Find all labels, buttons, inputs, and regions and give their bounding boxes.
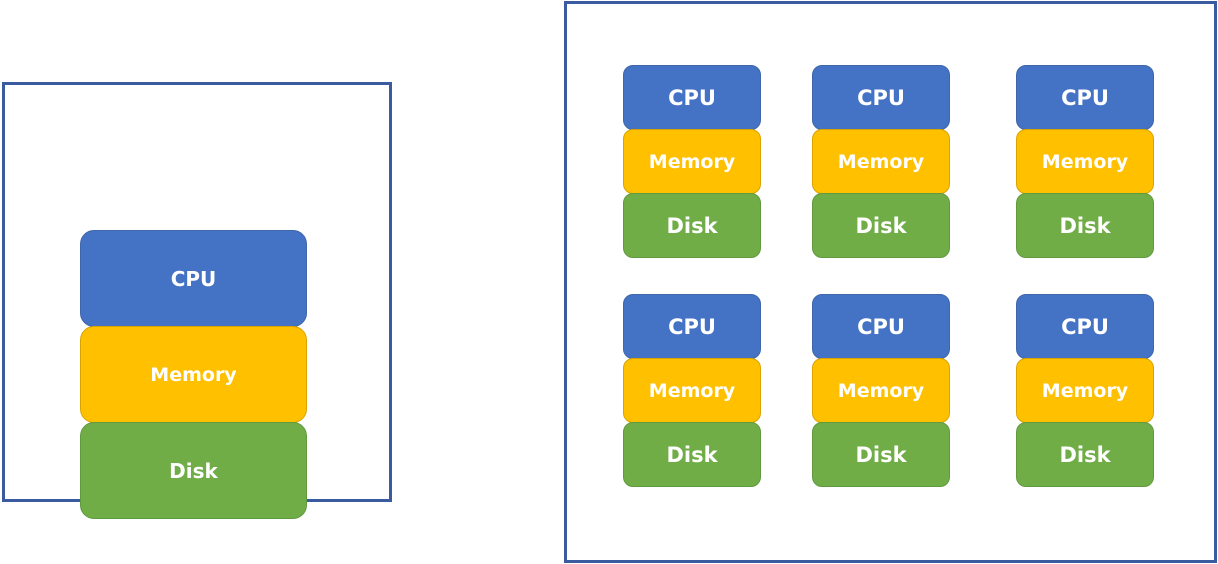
machine-stack: CPU Memory Disk	[80, 230, 307, 519]
cpu-block: CPU	[623, 65, 761, 130]
disk-block: Disk	[812, 422, 950, 487]
cluster-frame: CPU Memory Disk CPU Memory Disk CPU Memo…	[564, 1, 1217, 563]
cpu-block: CPU	[1016, 294, 1154, 359]
disk-block: Disk	[812, 193, 950, 258]
memory-block: Memory	[812, 129, 950, 194]
cpu-block: CPU	[812, 65, 950, 130]
disk-block: Disk	[80, 422, 307, 519]
cpu-block: CPU	[1016, 65, 1154, 130]
memory-block: Memory	[80, 326, 307, 423]
memory-block: Memory	[1016, 358, 1154, 423]
machine-stack: CPU Memory Disk	[1016, 294, 1154, 487]
machine-stack: CPU Memory Disk	[812, 294, 950, 487]
machine-stack: CPU Memory Disk	[1016, 65, 1154, 258]
cpu-block: CPU	[812, 294, 950, 359]
disk-block: Disk	[623, 193, 761, 258]
cpu-block: CPU	[80, 230, 307, 327]
memory-block: Memory	[812, 358, 950, 423]
machine-stack: CPU Memory Disk	[812, 65, 950, 258]
memory-block: Memory	[1016, 129, 1154, 194]
memory-block: Memory	[623, 358, 761, 423]
disk-block: Disk	[1016, 422, 1154, 487]
disk-block: Disk	[1016, 193, 1154, 258]
machine-stack: CPU Memory Disk	[623, 294, 761, 487]
cpu-block: CPU	[623, 294, 761, 359]
machine-stack: CPU Memory Disk	[623, 65, 761, 258]
memory-block: Memory	[623, 129, 761, 194]
single-machine-frame: CPU Memory Disk	[2, 82, 392, 519]
disk-block: Disk	[623, 422, 761, 487]
